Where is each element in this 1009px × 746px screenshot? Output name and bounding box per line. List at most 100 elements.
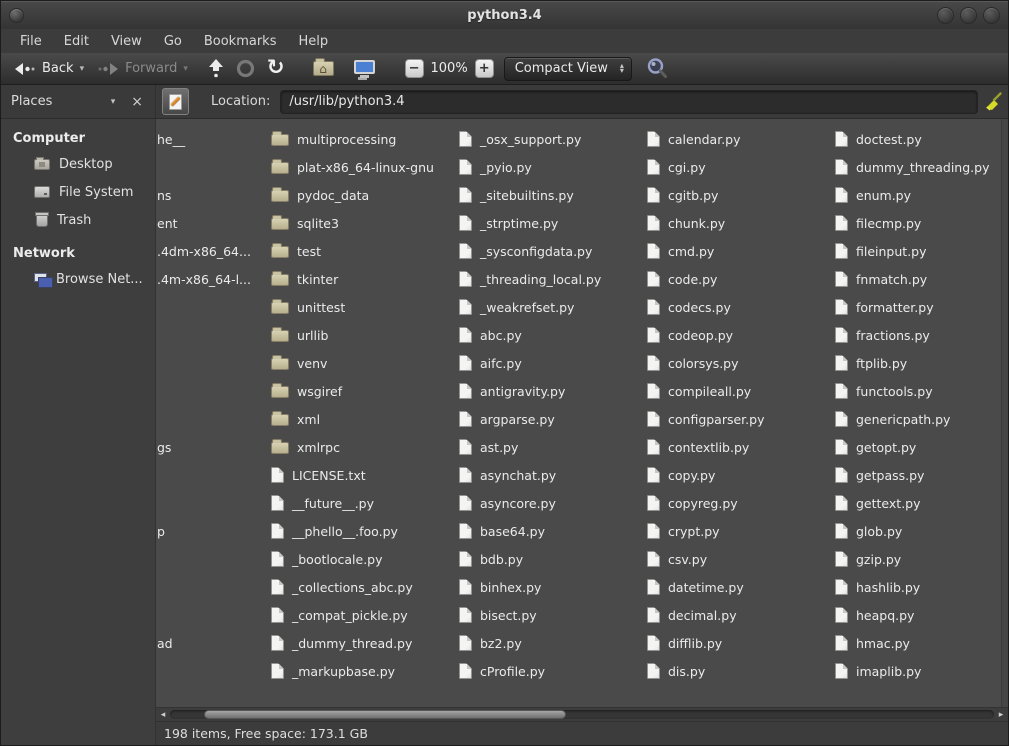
close-button[interactable] (983, 7, 1000, 24)
forward-dropdown-icon[interactable]: ▾ (183, 64, 188, 74)
file-item[interactable]: bz2.py (459, 629, 522, 657)
file-item[interactable]: _threading_local.py (459, 265, 601, 293)
file-item[interactable]: bdb.py (459, 545, 523, 573)
file-item[interactable]: _pyio.py (459, 153, 532, 181)
file-item[interactable]: dummy_threading.py (835, 153, 989, 181)
file-item[interactable]: cmd.py (647, 237, 714, 265)
file-item[interactable]: gettext.py (835, 489, 921, 517)
scrollbar-trough[interactable] (170, 710, 994, 719)
refresh-button[interactable]: ↻ (261, 57, 291, 81)
zoom-out-button[interactable]: − (405, 59, 424, 78)
file-item[interactable]: codeop.py (647, 321, 733, 349)
file-item[interactable]: decimal.py (647, 601, 737, 629)
file-item[interactable]: cgi.py (647, 153, 706, 181)
file-item[interactable]: hmac.py (835, 629, 910, 657)
file-item[interactable]: ftplib.py (835, 349, 907, 377)
clear-path-button[interactable] (978, 91, 1008, 112)
file-item[interactable]: codecs.py (647, 293, 731, 321)
file-item[interactable]: __future__.py (271, 489, 374, 517)
file-item[interactable]: _markupbase.py (271, 657, 395, 685)
file-item[interactable]: fractions.py (835, 321, 930, 349)
file-item[interactable]: bisect.py (459, 601, 537, 629)
file-item[interactable]: getpass.py (835, 461, 924, 489)
folder-item[interactable]: xml (271, 405, 320, 433)
file-item[interactable]: cgitb.py (647, 181, 718, 209)
file-item[interactable]: enum.py (835, 181, 911, 209)
clipped-file-item[interactable]: ent (156, 209, 178, 237)
file-item[interactable]: _dummy_thread.py (271, 629, 412, 657)
up-button[interactable] (202, 55, 230, 82)
file-item[interactable]: colorsys.py (647, 349, 739, 377)
edit-path-button[interactable] (162, 88, 189, 115)
file-item[interactable]: calendar.py (647, 125, 741, 153)
file-item[interactable]: configparser.py (647, 405, 764, 433)
back-dropdown-icon[interactable]: ▾ (80, 64, 85, 74)
file-item[interactable]: asynchat.py (459, 461, 556, 489)
vertical-scrollbar[interactable] (1001, 119, 1008, 707)
horizontal-scrollbar[interactable]: ◂ ▸ (156, 707, 1008, 721)
clipped-file-item[interactable]: .4dm-x86_64... (156, 237, 251, 265)
location-input[interactable] (280, 90, 978, 114)
sidebar-item-trash[interactable]: Trash (1, 206, 155, 234)
folder-item[interactable]: venv (271, 349, 327, 377)
file-item[interactable]: compileall.py (647, 377, 751, 405)
file-item[interactable]: doctest.py (835, 125, 922, 153)
maximize-button[interactable] (960, 7, 977, 24)
menu-help[interactable]: Help (287, 32, 339, 51)
back-button[interactable]: Back ▾ (7, 58, 90, 80)
file-item[interactable]: LICENSE.txt (271, 461, 366, 489)
file-item[interactable]: fileinput.py (835, 237, 927, 265)
file-item[interactable]: _strptime.py (459, 209, 558, 237)
file-item[interactable]: copyreg.py (647, 489, 738, 517)
file-item[interactable]: heapq.py (835, 601, 914, 629)
sidebar-item-file-system[interactable]: File System (1, 178, 155, 206)
file-item[interactable]: _sitebuiltins.py (459, 181, 574, 209)
menu-file[interactable]: File (9, 32, 53, 51)
forward-button[interactable]: Forward ▾ (90, 58, 194, 80)
search-button[interactable] (640, 54, 675, 83)
clipped-file-item[interactable]: p (156, 517, 165, 545)
desktop-button[interactable] (348, 61, 381, 77)
minimize-button[interactable] (937, 7, 954, 24)
stop-button[interactable] (230, 56, 261, 81)
folder-item[interactable]: tkinter (271, 265, 338, 293)
file-item[interactable]: csv.py (647, 545, 707, 573)
menu-bookmarks[interactable]: Bookmarks (193, 32, 288, 51)
clipped-file-item[interactable]: gs (156, 433, 171, 461)
file-item[interactable]: fnmatch.py (835, 265, 927, 293)
file-item[interactable]: abc.py (459, 321, 522, 349)
file-item[interactable]: functools.py (835, 377, 933, 405)
file-item[interactable]: _compat_pickle.py (271, 601, 408, 629)
sidebar-item-browse-net[interactable]: Browse Net... (1, 265, 155, 293)
folder-item[interactable]: pydoc_data (271, 181, 369, 209)
file-item[interactable]: getopt.py (835, 433, 916, 461)
file-item[interactable]: base64.py (459, 517, 545, 545)
scroll-left-icon[interactable]: ◂ (156, 708, 170, 722)
menu-view[interactable]: View (100, 32, 153, 51)
file-item[interactable]: _bootlocale.py (271, 545, 383, 573)
file-item[interactable]: formatter.py (835, 293, 934, 321)
folder-item[interactable]: multiprocessing (271, 125, 396, 153)
file-item[interactable]: _sysconfigdata.py (459, 237, 592, 265)
clipped-file-item[interactable]: he__ (156, 125, 185, 153)
file-item[interactable]: glob.py (835, 517, 902, 545)
folder-item[interactable]: unittest (271, 293, 345, 321)
file-item[interactable]: imaplib.py (835, 657, 921, 685)
file-item[interactable]: aifc.py (459, 349, 522, 377)
view-mode-select[interactable]: Compact View ▴▾ (504, 57, 632, 81)
file-item[interactable]: filecmp.py (835, 209, 921, 237)
sidebar-item-desktop[interactable]: Desktop (1, 150, 155, 178)
file-item[interactable]: dis.py (647, 657, 705, 685)
places-close-icon[interactable]: × (131, 94, 143, 110)
home-button[interactable]: ⌂ (307, 58, 340, 79)
file-item[interactable]: _osx_support.py (459, 125, 581, 153)
clipped-file-item[interactable]: .4m-x86_64-l... (156, 265, 251, 293)
file-item[interactable]: code.py (647, 265, 717, 293)
file-item[interactable]: _weakrefset.py (459, 293, 574, 321)
file-item[interactable]: copy.py (647, 461, 715, 489)
file-item[interactable]: asyncore.py (459, 489, 556, 517)
clipped-file-item[interactable]: ns (156, 181, 171, 209)
clipped-file-item[interactable]: ad (156, 629, 173, 657)
file-item[interactable]: crypt.py (647, 517, 720, 545)
folder-item[interactable]: wsgiref (271, 377, 342, 405)
